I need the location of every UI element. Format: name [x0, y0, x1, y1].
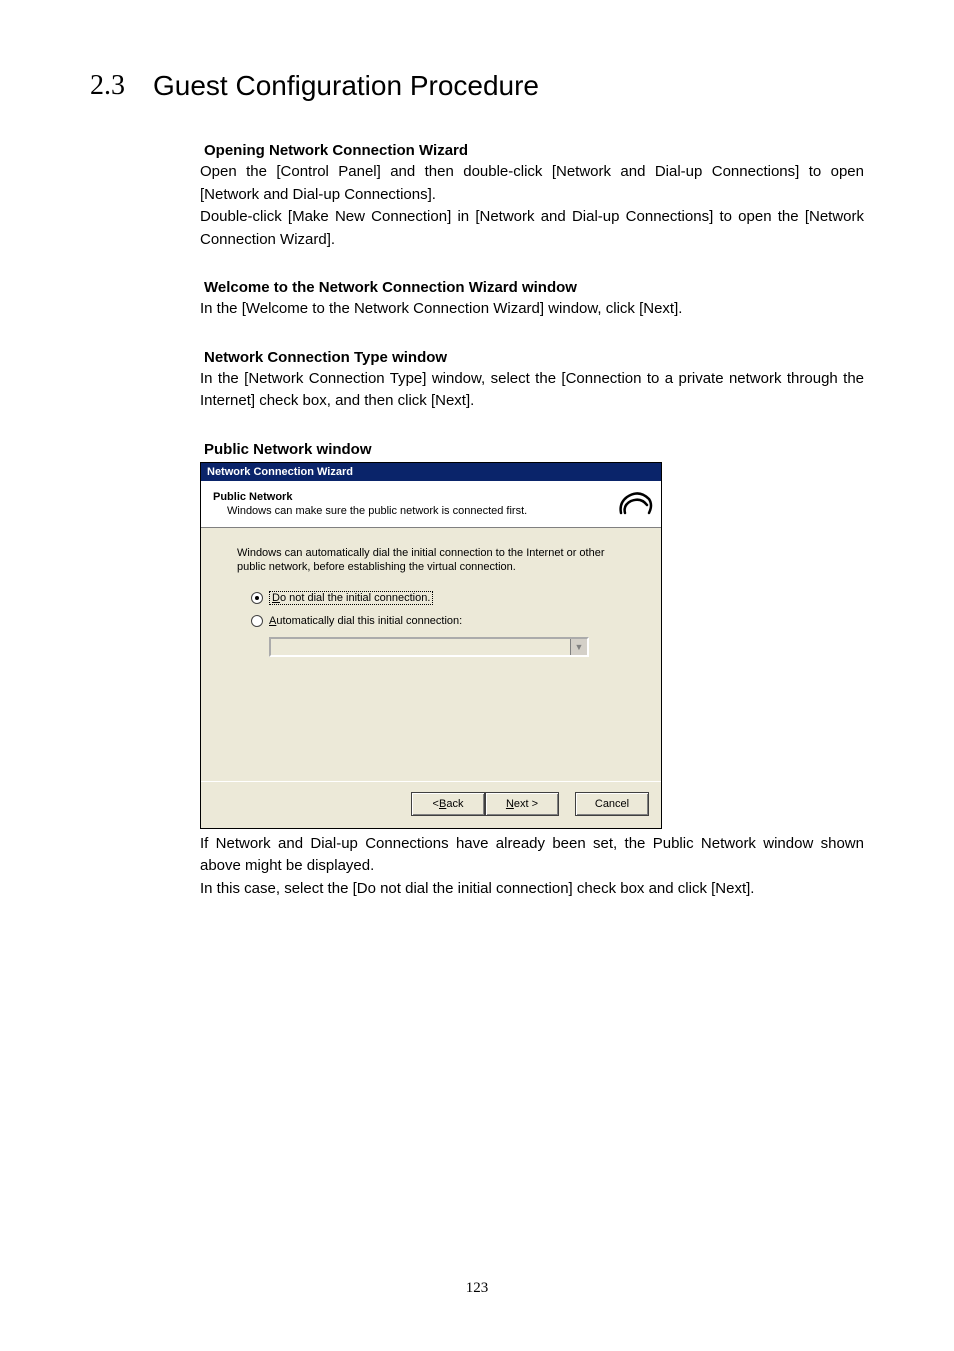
radio-icon [251, 615, 263, 627]
radio-label: Do not dial the initial connection. [269, 591, 433, 605]
section-title: 2.3 Guest Configuration Procedure [90, 70, 864, 102]
sub-heading: Opening Network Connection Wizard [204, 142, 864, 159]
dialog-header: Public Network Windows can make sure the… [201, 481, 661, 528]
dialog-button-row: < Back Next > Cancel [201, 781, 661, 828]
dialog-titlebar: Network Connection Wizard [201, 463, 661, 481]
chevron-down-icon: ▼ [570, 639, 587, 655]
radio-auto-dial[interactable]: Automatically dial this initial connecti… [251, 615, 625, 627]
network-wizard-icon [611, 481, 661, 527]
radio-icon [251, 592, 263, 604]
sub-heading: Network Connection Type window [204, 349, 864, 366]
dialog-body: Windows can automatically dial the initi… [201, 528, 661, 781]
radio-do-not-dial[interactable]: Do not dial the initial connection. [251, 591, 625, 605]
body-text: If Network and Dial-up Connections have … [200, 833, 864, 878]
connection-type-section: Network Connection Type window In the [N… [200, 349, 864, 413]
section-heading: Guest Configuration Procedure [153, 70, 539, 102]
dropdown-value [271, 639, 570, 655]
cancel-button[interactable]: Cancel [575, 792, 649, 816]
body-text: In this case, select the [Do not dial th… [200, 878, 864, 901]
body-text: Double-click [Make New Connection] in [N… [200, 206, 864, 251]
connection-dropdown[interactable]: ▼ [269, 637, 589, 657]
dialog-header-subtitle: Windows can make sure the public network… [227, 505, 599, 517]
public-network-section: Public Network window Network Connection… [200, 441, 864, 901]
body-text: Open the [Control Panel] and then double… [200, 161, 864, 206]
sub-heading: Welcome to the Network Connection Wizard… [204, 279, 864, 296]
sub-heading: Public Network window [204, 441, 864, 458]
dialog-header-title: Public Network [213, 491, 599, 503]
body-text: In the [Network Connection Type] window,… [200, 368, 864, 413]
radio-label: Automatically dial this initial connecti… [269, 615, 462, 627]
network-connection-wizard-dialog: Network Connection Wizard Public Network… [200, 462, 662, 829]
opening-wizard-section: Opening Network Connection Wizard Open t… [200, 142, 864, 251]
welcome-section: Welcome to the Network Connection Wizard… [200, 279, 864, 321]
section-number: 2.3 [90, 70, 125, 102]
page-number: 123 [90, 1280, 864, 1297]
back-button[interactable]: < Back [411, 792, 485, 816]
dialog-description: Windows can automatically dial the initi… [237, 546, 625, 576]
body-text: In the [Welcome to the Network Connectio… [200, 298, 864, 321]
next-button[interactable]: Next > [485, 792, 559, 816]
